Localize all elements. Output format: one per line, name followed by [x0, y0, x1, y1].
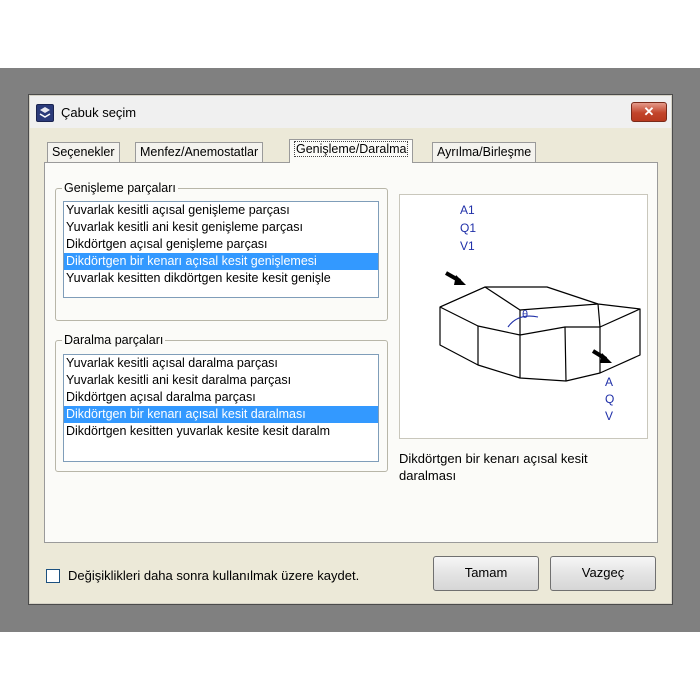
expansion-listbox[interactable]: Yuvarlak kesitli açısal genişleme parças… [63, 201, 379, 298]
window-title: Çabuk seçim [61, 105, 137, 120]
app-icon [36, 104, 54, 122]
expansion-group-label: Genişleme parçaları [62, 181, 178, 195]
tab-secenekler[interactable]: Seçenekler [47, 142, 120, 162]
save-changes-label[interactable]: Değişiklikleri daha sonra kullanılmak üz… [68, 568, 359, 583]
inlet-label-area: A1 [460, 203, 475, 217]
preview-caption: Dikdörtgen bir kenarı açısal kesit daral… [399, 451, 588, 483]
tab-ayrilma-birlesme[interactable]: Ayrılma/Birleşme [432, 142, 537, 162]
inlet-label-flow: Q1 [460, 221, 476, 235]
angle-label: θ [522, 309, 528, 321]
duct-drawing [439, 286, 641, 382]
close-button[interactable]: ✕ [631, 102, 667, 122]
contraction-list-item[interactable]: Yuvarlak kesitli açısal daralma parçası [64, 355, 378, 372]
contraction-list-item-selected[interactable]: Dikdörtgen bir kenarı açısal kesit daral… [64, 406, 378, 423]
outlet-label-area: A [605, 375, 613, 389]
outlet-label-velocity: V [605, 409, 613, 423]
tab-panel: Genişleme parçaları Yuvarlak kesitli açı… [44, 162, 658, 543]
tab-menfez-anemostatlar[interactable]: Menfez/Anemostatlar [135, 142, 264, 162]
contraction-list-item[interactable]: Yuvarlak kesitli ani kesit daralma parça… [64, 372, 378, 389]
cancel-button[interactable]: Vazgeç [550, 556, 656, 591]
fitting-preview: A1 Q1 V1 A Q V θ [399, 194, 648, 439]
expansion-list-item[interactable]: Yuvarlak kesitten dikdörtgen kesite kesi… [64, 270, 378, 287]
expansion-group: Genişleme parçaları Yuvarlak kesitli açı… [55, 181, 388, 321]
contraction-listbox[interactable]: Yuvarlak kesitli açısal daralma parçası … [63, 354, 379, 462]
ok-button[interactable]: Tamam [433, 556, 539, 591]
fitting-diagram: A1 Q1 V1 A Q V θ [439, 203, 641, 423]
tab-genisleme-daralma-label: Genişleme/Daralma [294, 141, 409, 157]
tab-genisleme-daralma[interactable]: Genişleme/Daralma [289, 139, 414, 163]
expansion-list-item[interactable]: Yuvarlak kesitli ani kesit genişleme par… [64, 219, 378, 236]
save-changes-checkbox[interactable] [46, 569, 60, 583]
inlet-label-velocity: V1 [460, 239, 475, 253]
outlet-label-flow: Q [605, 392, 614, 406]
contraction-list-item[interactable]: Dikdörtgen açısal daralma parçası [64, 389, 378, 406]
inlet-arrow-icon [445, 271, 466, 285]
expansion-list-item[interactable]: Dikdörtgen açısal genişleme parçası [64, 236, 378, 253]
contraction-group: Daralma parçaları Yuvarlak kesitli açısa… [55, 333, 388, 472]
expansion-list-item[interactable]: Yuvarlak kesitli açısal genişleme parças… [64, 202, 378, 219]
contraction-list-item[interactable]: Dikdörtgen kesitten yuvarlak kesite kesi… [64, 423, 378, 440]
title-bar[interactable]: Çabuk seçim ✕ [30, 96, 671, 128]
expansion-list-item-selected[interactable]: Dikdörtgen bir kenarı açısal kesit geniş… [64, 253, 378, 270]
quick-select-dialog: Çabuk seçim ✕ Seçenekler Menfez/Anemosta… [28, 94, 673, 605]
outlet-arrow-icon [591, 349, 612, 363]
contraction-group-label: Daralma parçaları [62, 333, 166, 347]
